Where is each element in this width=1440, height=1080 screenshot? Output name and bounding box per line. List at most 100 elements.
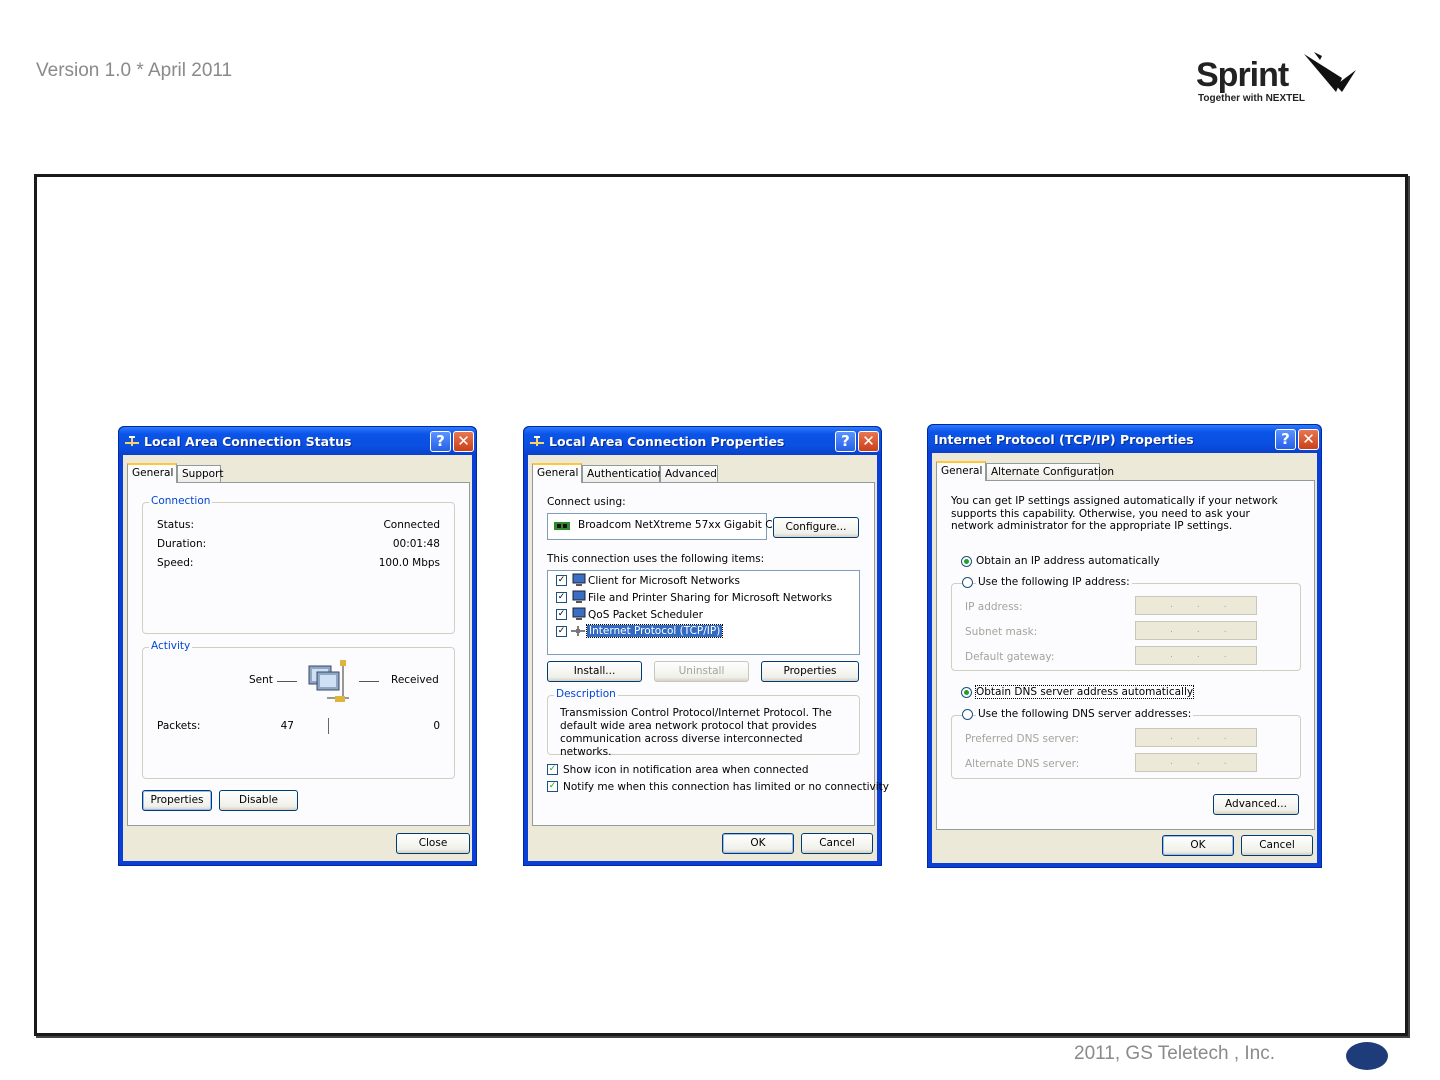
obtain-dns-radio[interactable] (961, 687, 972, 698)
connection-group-label: Connection (149, 495, 213, 507)
checkbox-tcpip[interactable]: ✓ (556, 626, 567, 637)
logo-tagline: Together with NEXTEL (1198, 93, 1306, 104)
activity-divider (328, 718, 329, 734)
status-window: Local Area Connection Status ? ✕ General… (118, 426, 477, 866)
tcpip-titlebar[interactable]: Internet Protocol (TCP/IP) Properties ? … (928, 425, 1321, 453)
status-general-panel: Connection Status: Connected Duration: 0… (127, 482, 470, 826)
ip-address-label: IP address: (965, 601, 1023, 613)
received-line (359, 681, 379, 682)
network-connection-icon (530, 436, 544, 446)
list-item-selected[interactable]: Internet Protocol (TCP/IP) (585, 624, 724, 638)
use-ip-radio[interactable] (962, 577, 973, 588)
version-text: Version 1.0 * April 2011 (36, 60, 233, 81)
use-dns-radio[interactable] (962, 709, 973, 720)
tab-general[interactable]: General (127, 463, 177, 483)
checkbox-client[interactable]: ✓ (556, 575, 567, 586)
description-group-label: Description (554, 688, 618, 700)
properties-window: Local Area Connection Properties ? ✕ Gen… (523, 426, 889, 866)
properties-titlebar[interactable]: Local Area Connection Properties ? ✕ (524, 427, 881, 455)
install-button[interactable]: Install... (547, 661, 642, 682)
speed-label: Speed: (157, 557, 194, 569)
notify-checkbox[interactable]: ✓ (547, 781, 558, 792)
obtain-ip-label[interactable]: Obtain an IP address automatically (976, 555, 1160, 567)
list-item[interactable]: QoS Packet Scheduler (588, 609, 703, 621)
preferred-dns-field[interactable]: ... (1135, 728, 1257, 747)
obtain-dns-label[interactable]: Obtain DNS server address automatically (974, 685, 1195, 699)
packets-received-value: 0 (433, 720, 440, 732)
help-button[interactable]: ? (430, 431, 451, 452)
use-dns-label[interactable]: Use the following DNS server addresses: (976, 708, 1194, 720)
ok-button[interactable]: OK (722, 833, 794, 854)
network-connection-icon (125, 436, 139, 446)
activity-group-label: Activity (149, 640, 193, 652)
uninstall-button[interactable]: Uninstall (654, 661, 749, 682)
subnet-mask-label: Subnet mask: (965, 626, 1038, 638)
description-group: Description Transmission Control Protoco… (547, 688, 860, 758)
close-icon[interactable]: ✕ (453, 431, 474, 452)
obtain-ip-radio[interactable] (961, 556, 972, 567)
checkbox-file-sharing[interactable]: ✓ (556, 592, 567, 603)
sprint-wings-icon (1304, 52, 1356, 92)
alternate-dns-field[interactable]: ... (1135, 753, 1257, 772)
close-icon[interactable]: ✕ (858, 431, 879, 452)
subnet-mask-field[interactable]: ... (1135, 621, 1257, 640)
logo-wordmark: Sprint (1196, 56, 1289, 94)
ip-address-field[interactable]: ... (1135, 596, 1257, 615)
page-number-badge (1346, 1042, 1388, 1070)
packets-label: Packets: (157, 720, 201, 732)
status-value: Connected (383, 519, 440, 531)
status-window-title: Local Area Connection Status (144, 434, 352, 449)
received-label: Received (391, 674, 439, 686)
packets-sent-value: 47 (280, 720, 294, 732)
activity-group: Activity Sent Received Packets: 47 0 (142, 640, 455, 779)
notify-label[interactable]: Notify me when this connection has limit… (563, 781, 889, 793)
network-computers-icon (308, 660, 349, 702)
duration-label: Duration: (157, 538, 207, 550)
tcpip-window-title: Internet Protocol (TCP/IP) Properties (934, 432, 1194, 447)
advanced-button[interactable]: Advanced... (1213, 794, 1299, 815)
tab-general[interactable]: General (936, 461, 986, 481)
network-adapter-icon (554, 522, 570, 530)
show-icon-label[interactable]: Show icon in notification area when conn… (563, 764, 809, 776)
network-service-icon (572, 590, 586, 603)
intro-text: You can get IP settings assigned automat… (951, 495, 1278, 532)
preferred-dns-label: Preferred DNS server: (965, 733, 1080, 745)
show-icon-checkbox[interactable]: ✓ (547, 764, 558, 775)
network-service-icon (572, 607, 586, 620)
configure-button[interactable]: Configure... (773, 517, 859, 538)
ok-button[interactable]: OK (1162, 835, 1234, 856)
components-list[interactable]: ✓ Client for Microsoft Networks ✓ File a… (547, 570, 860, 655)
speed-value: 100.0 Mbps (378, 557, 440, 569)
sprint-logo: Sprint Together with NEXTEL (1196, 52, 1366, 112)
properties-general-panel: Connect using: Broadcom NetXtreme 57xx G… (532, 482, 889, 826)
tab-advanced[interactable]: Advanced (660, 465, 718, 483)
list-item[interactable]: Client for Microsoft Networks (588, 575, 740, 587)
status-titlebar[interactable]: Local Area Connection Status ? ✕ (119, 427, 476, 455)
default-gateway-field[interactable]: ... (1135, 646, 1257, 665)
default-gateway-label: Default gateway: (965, 651, 1055, 663)
properties-button[interactable]: Properties (142, 790, 212, 811)
checkbox-qos[interactable]: ✓ (556, 609, 567, 620)
connect-using-label: Connect using: (547, 496, 626, 508)
adapter-name: Broadcom NetXtreme 57xx Gigabit C (578, 519, 773, 531)
disable-button[interactable]: Disable (219, 790, 298, 811)
tab-general[interactable]: General (532, 463, 582, 483)
sent-line (277, 681, 297, 682)
help-button[interactable]: ? (835, 431, 856, 452)
properties-window-title: Local Area Connection Properties (549, 434, 785, 449)
list-item[interactable]: File and Printer Sharing for Microsoft N… (588, 592, 832, 604)
static-ip-group: Use the following IP address: IP address… (951, 576, 1301, 671)
item-properties-button[interactable]: Properties (761, 661, 859, 682)
close-icon[interactable]: ✕ (1298, 429, 1319, 450)
use-ip-label[interactable]: Use the following IP address: (976, 576, 1132, 588)
close-button[interactable]: Close (396, 833, 470, 854)
cancel-button[interactable]: Cancel (801, 833, 873, 854)
connection-group: Connection Status: Connected Duration: 0… (142, 495, 455, 634)
help-button[interactable]: ? (1275, 429, 1296, 450)
tab-authentication[interactable]: Authentication (582, 465, 664, 483)
sent-label: Sent (249, 674, 273, 686)
description-text: Transmission Control Protocol/Internet P… (560, 707, 832, 758)
cancel-button[interactable]: Cancel (1241, 835, 1313, 856)
tab-support[interactable]: Support (177, 465, 224, 483)
tab-alternate-configuration[interactable]: Alternate Configuration (986, 463, 1114, 481)
